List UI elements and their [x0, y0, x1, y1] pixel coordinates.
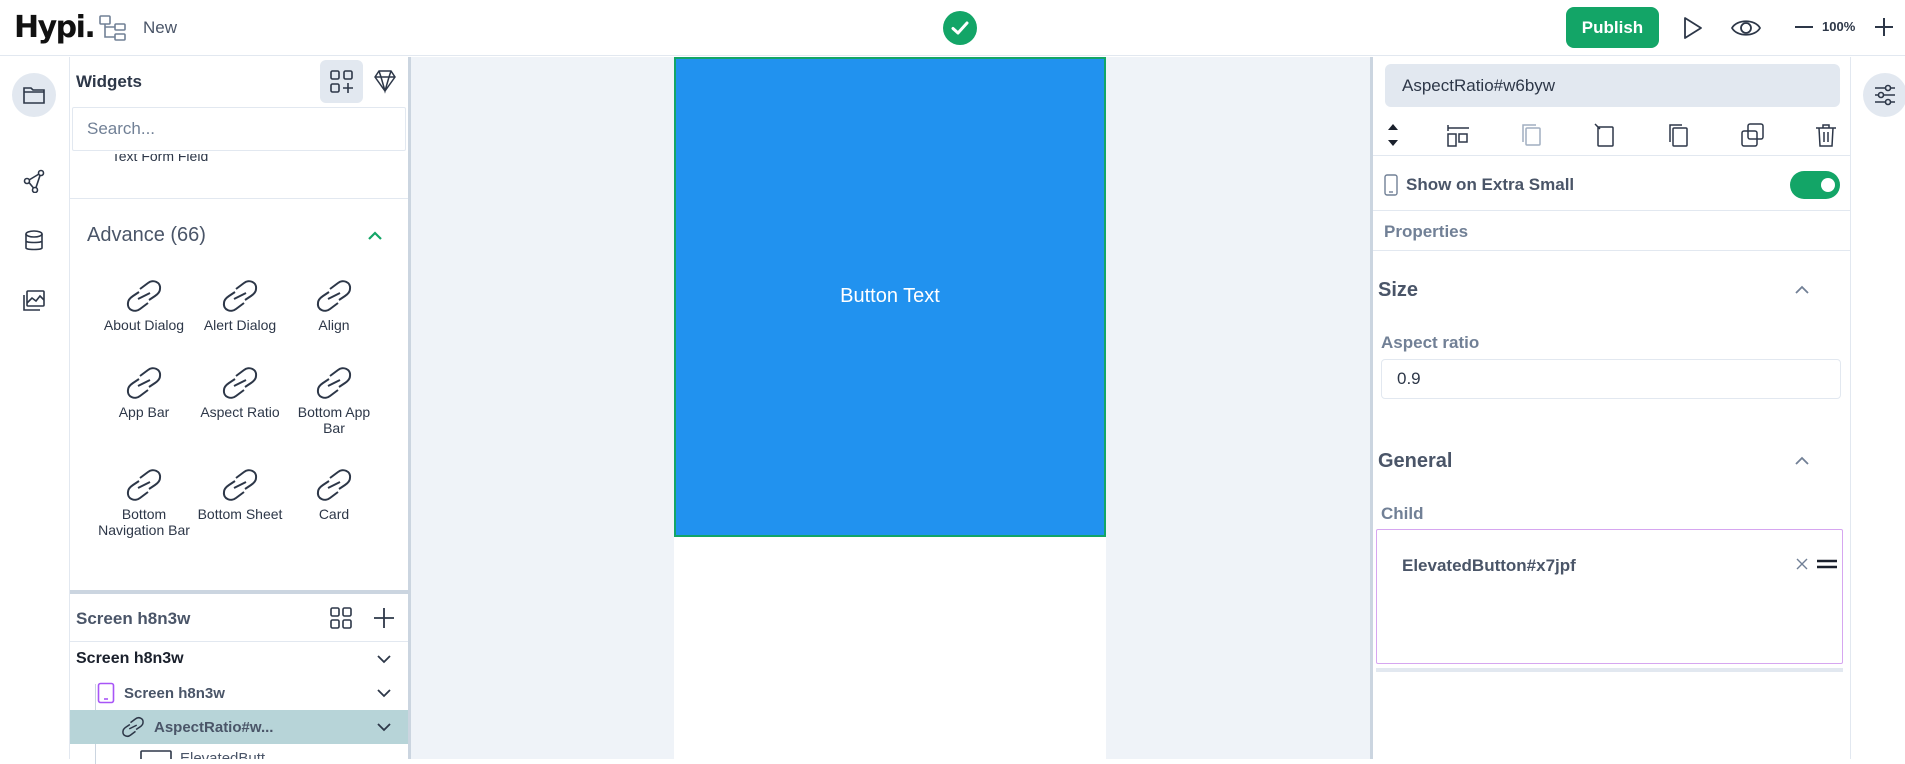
widget-item-about-dialog[interactable]: About Dialog — [96, 279, 192, 333]
widgets-panel: Widgets Text Form Field Advance (66) Abo… — [70, 57, 408, 594]
saved-status-icon — [943, 11, 977, 45]
show-on-extra-small-toggle[interactable] — [1790, 171, 1840, 199]
zoom-in-icon[interactable] — [1872, 14, 1896, 40]
trash-icon[interactable] — [1813, 122, 1839, 148]
link-icon — [316, 367, 352, 399]
folder-icon[interactable] — [12, 73, 56, 117]
properties-heading: Properties — [1384, 222, 1469, 241]
phone-icon — [1384, 174, 1398, 196]
widget-item-bottom-navigation-bar[interactable]: Bottom Navigation Bar — [96, 468, 192, 538]
widget-item-bottom-app-bar[interactable]: Bottom App Bar — [286, 366, 382, 436]
workflow-icon[interactable] — [12, 159, 56, 203]
child-widget-name[interactable]: ElevatedButton#x7jpf — [1402, 556, 1576, 576]
widget-item-text-form-field[interactable]: Text Form Field — [110, 154, 210, 194]
top-bar: Hypi. New Publish 100% — [0, 0, 1905, 56]
toggle-knob — [1821, 178, 1835, 192]
tree-row-screen[interactable]: Screen h8n3w — [70, 642, 408, 676]
cut-icon[interactable] — [1592, 122, 1618, 148]
screen-tree-title: Screen h8n3w — [76, 609, 191, 628]
chevron-down-icon[interactable] — [376, 653, 392, 665]
add-widget-grid-icon[interactable] — [320, 60, 363, 103]
app-logo[interactable]: Hypi. — [14, 10, 96, 45]
widget-name-field[interactable]: AspectRatio#w6byw — [1385, 64, 1840, 107]
tree-row-aspect-ratio-selected[interactable]: AspectRatio#w... — [70, 710, 408, 744]
media-gallery-icon[interactable] — [12, 279, 56, 323]
widgets-title: Widgets — [76, 72, 142, 91]
widget-search-input[interactable] — [72, 107, 406, 151]
divider — [1373, 250, 1850, 251]
chevron-up-icon[interactable] — [1793, 281, 1811, 299]
chevron-down-icon[interactable] — [376, 721, 392, 733]
phone-screen-icon — [97, 682, 115, 704]
link-icon — [222, 367, 258, 399]
chevron-up-icon[interactable] — [1793, 452, 1811, 470]
widget-item-app-bar[interactable]: App Bar — [96, 366, 192, 420]
drag-handle-icon[interactable] — [1816, 558, 1838, 570]
publish-button[interactable]: Publish — [1566, 7, 1659, 48]
database-icon[interactable] — [12, 219, 56, 263]
close-icon[interactable] — [1795, 557, 1809, 571]
link-icon — [222, 469, 258, 501]
play-icon[interactable] — [1678, 14, 1706, 42]
move-up-down-icon[interactable] — [1386, 121, 1400, 149]
widget-item-aspect-ratio[interactable]: Aspect Ratio — [192, 366, 288, 420]
button-icon — [140, 750, 172, 759]
widget-item-bottom-sheet[interactable]: Bottom Sheet — [192, 468, 288, 522]
general-section-title[interactable]: General — [1378, 450, 1452, 473]
chevron-up-icon[interactable] — [366, 227, 384, 245]
aspect-ratio-label: Aspect ratio — [1381, 333, 1480, 352]
child-scrollbar[interactable] — [1376, 668, 1843, 672]
aspect-ratio-input[interactable] — [1381, 359, 1841, 399]
link-icon — [126, 469, 162, 501]
add-screen-icon[interactable] — [372, 606, 396, 630]
link-icon — [316, 469, 352, 501]
divider — [70, 198, 408, 199]
design-canvas: Button Text — [411, 57, 1370, 759]
child-drop-zone[interactable]: ElevatedButton#x7jpf — [1376, 529, 1843, 664]
wrap-widget-icon[interactable] — [1445, 122, 1471, 148]
widget-item-card[interactable]: Card — [286, 468, 382, 522]
new-button[interactable]: New — [143, 18, 177, 38]
properties-panel: AspectRatio#w6byw Show on Extra Small Pr… — [1373, 57, 1850, 759]
right-rail — [1851, 57, 1905, 759]
advance-section-title[interactable]: Advance (66) — [87, 224, 206, 247]
show-on-extra-small-row: Show on Extra Small — [1373, 157, 1850, 211]
aspect-ratio-widget-selected[interactable]: Button Text — [674, 57, 1106, 537]
chevron-down-icon[interactable] — [376, 687, 392, 699]
device-screen[interactable]: Button Text — [674, 57, 1106, 759]
premium-gem-icon[interactable] — [372, 68, 398, 94]
link-icon — [122, 717, 144, 737]
link-icon — [316, 280, 352, 312]
grid-view-icon[interactable] — [329, 606, 353, 630]
widget-toolbar — [1373, 114, 1850, 156]
child-label: Child — [1381, 504, 1424, 523]
sitemap-icon[interactable] — [98, 14, 128, 42]
link-icon — [222, 280, 258, 312]
preview-eye-icon[interactable] — [1730, 14, 1762, 42]
screen-tree-panel: Screen h8n3w Screen h8n3w Screen h8n3w A… — [70, 594, 408, 764]
link-icon — [126, 367, 162, 399]
sliders-settings-icon[interactable] — [1863, 73, 1905, 117]
paste-icon[interactable] — [1665, 122, 1691, 148]
widget-item-alert-dialog[interactable]: Alert Dialog — [192, 279, 288, 333]
zoom-level: 100% — [1822, 19, 1856, 34]
left-rail — [0, 57, 70, 759]
elevated-button-text[interactable]: Button Text — [676, 285, 1104, 308]
widget-item-align[interactable]: Align — [286, 279, 382, 333]
zoom-out-icon[interactable] — [1792, 15, 1816, 39]
tree-row-screen-child[interactable]: Screen h8n3w — [70, 676, 408, 710]
link-icon — [126, 280, 162, 312]
tree-row-elevated-button[interactable]: ElevatedButt... — [70, 744, 408, 759]
copy-disabled-icon[interactable] — [1519, 122, 1545, 148]
duplicate-icon[interactable] — [1739, 122, 1765, 148]
size-section-title[interactable]: Size — [1378, 279, 1418, 302]
